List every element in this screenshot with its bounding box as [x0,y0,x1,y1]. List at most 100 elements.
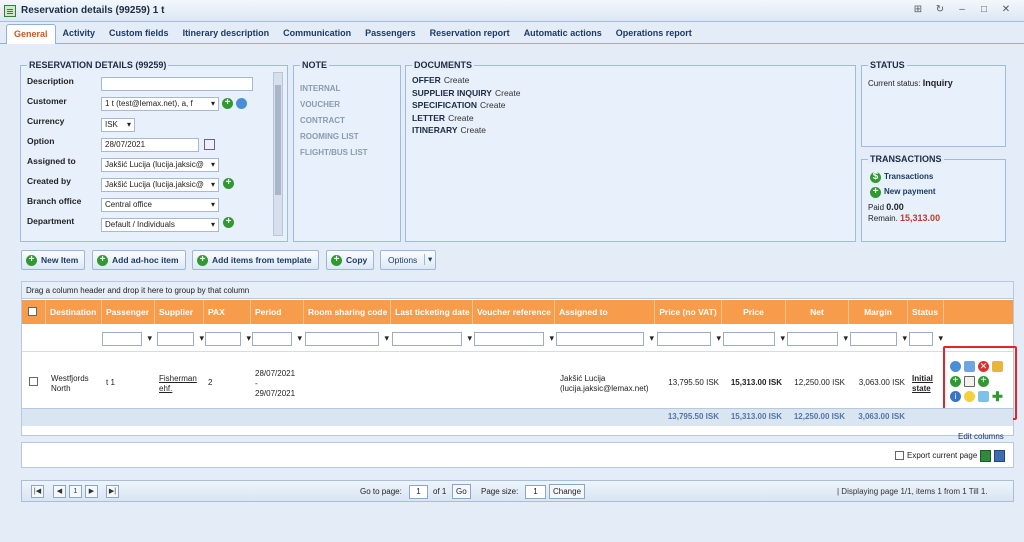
minimize-icon[interactable]: – [954,3,970,17]
details-scrollbar[interactable] [273,72,283,236]
row-checkbox[interactable] [29,377,38,386]
tab-itinerary-description[interactable]: Itinerary description [176,24,277,43]
tab-reservation-report[interactable]: Reservation report [423,24,517,43]
transactions-link[interactable]: Transactions [884,172,933,181]
add-adhoc-item-button[interactable]: + Add ad-hoc item [92,250,186,270]
move-icon[interactable]: ✚ [992,390,1003,403]
filter-passenger[interactable] [102,332,152,346]
last-page-icon[interactable]: ▶| [106,485,119,498]
option-date-field[interactable]: 28/07/2021 [101,138,199,152]
department-select[interactable]: Default / Individuals [101,218,219,232]
filter-last-ticketing-date[interactable] [392,332,472,346]
header-supplier[interactable]: Supplier [155,300,204,324]
filter-margin[interactable] [850,332,907,346]
go-button[interactable]: Go [452,484,471,499]
assigned-to-select[interactable]: Jakšić Lucija (lucija.jaksic@ [101,158,219,172]
create-letter-link[interactable]: Create [448,113,474,123]
copy-button[interactable]: + Copy [326,250,375,270]
next-page-icon[interactable]: ▶ [85,485,98,498]
note-flight-bus-list[interactable]: FLIGHT/BUS LIST [300,145,368,161]
note-contract[interactable]: CONTRACT [300,113,368,129]
header-net[interactable]: Net [786,300,849,324]
create-itinerary-link[interactable]: Create [461,125,487,135]
header-passenger[interactable]: Passenger [102,300,155,324]
filter-pax[interactable] [205,332,251,346]
tab-passengers[interactable]: Passengers [358,24,423,43]
filter-room-sharing-code[interactable] [305,332,389,346]
add-icon[interactable]: + [950,376,961,387]
header-price[interactable]: Price [722,300,786,324]
calendar-icon[interactable] [204,139,215,150]
details-scrollbar-thumb[interactable] [275,85,281,195]
cell-supplier-link[interactable]: Fisherman ehf. [159,374,201,394]
excel-export-icon[interactable] [980,450,991,462]
select-all-checkbox[interactable] [28,307,37,316]
add-sub-item-icon[interactable]: + [978,376,989,387]
header-margin[interactable]: Margin [849,300,908,324]
header-last-ticketing-date[interactable]: Last ticketing date [391,300,473,324]
gear-icon[interactable] [950,361,961,372]
filter-net[interactable] [787,332,848,346]
go-to-page-input[interactable]: 1 [409,485,428,499]
delete-icon[interactable]: ✕ [978,361,989,372]
tab-activity[interactable]: Activity [56,24,103,43]
customer-select[interactable]: 1 t (test@lemax.net), a, f [101,97,219,111]
close-icon[interactable]: ✕ [998,3,1014,17]
options-dropdown[interactable]: Options ▾ [380,250,437,270]
document-edit-icon[interactable] [964,361,975,372]
add-creator-icon[interactable]: + [223,178,234,189]
export-current-page-checkbox[interactable] [895,451,904,460]
word-export-icon[interactable] [994,450,1005,462]
add-items-from-template-button[interactable]: + Add items from template [192,250,319,270]
description-field[interactable] [101,77,253,91]
branch-office-select[interactable]: Central office [101,198,219,212]
pin-icon[interactable]: ⊞ [910,3,926,17]
filter-assigned-to[interactable] [556,332,654,346]
note-voucher[interactable]: VOUCHER [300,97,368,113]
tab-custom-fields[interactable]: Custom fields [102,24,176,43]
new-payment-link[interactable]: New payment [884,187,936,196]
header-period[interactable]: Period [251,300,304,324]
note-internal[interactable]: INTERNAL [300,81,368,97]
filter-price[interactable] [723,332,785,346]
create-specification-link[interactable]: Create [480,100,506,110]
refresh-icon[interactable]: ↻ [932,3,948,17]
page-size-input[interactable]: 1 [525,485,546,499]
first-page-icon[interactable]: |◀ [31,485,44,498]
table-row[interactable]: Westfjords North t 1 Fisherman ehf. 2 28… [22,346,1017,420]
copy-icon[interactable] [964,376,975,387]
voucher-icon[interactable] [978,391,989,402]
header-price-no-vat[interactable]: Price (no VAT) [655,300,722,324]
tab-operations-report[interactable]: Operations report [609,24,699,43]
header-room-sharing-code[interactable]: Room sharing code [304,300,391,324]
settings-icon[interactable] [236,98,247,109]
page-number-1[interactable]: 1 [69,485,82,498]
edit-columns-link[interactable]: Edit columns [958,432,1004,441]
filter-price-no-vat[interactable] [657,332,721,346]
previous-page-icon[interactable]: ◀ [53,485,66,498]
add-department-icon[interactable]: + [223,217,234,228]
header-pax[interactable]: PAX [204,300,251,324]
create-supplier-inquiry-link[interactable]: Create [495,88,521,98]
change-button[interactable]: Change [549,484,586,499]
header-status[interactable]: Status [908,300,944,324]
filter-status[interactable] [909,332,943,346]
cell-status-link[interactable]: Initial state [912,374,942,394]
create-offer-link[interactable]: Create [444,75,470,85]
created-by-select[interactable]: Jakšić Lucija (lucija.jaksic@ [101,178,219,192]
tab-general[interactable]: General [6,24,56,44]
exchange-icon[interactable] [992,361,1003,372]
maximize-icon[interactable]: □ [976,3,992,17]
info-icon[interactable]: i [950,391,961,402]
header-assigned-to[interactable]: Assigned to [555,300,655,324]
note-rooming-list[interactable]: ROOMING LIST [300,129,368,145]
filter-period[interactable] [252,332,302,346]
header-destination[interactable]: Destination [46,300,102,324]
filter-supplier[interactable] [157,332,204,346]
tab-automatic-actions[interactable]: Automatic actions [517,24,609,43]
tab-communication[interactable]: Communication [276,24,358,43]
add-customer-icon[interactable]: + [222,98,233,109]
new-item-button[interactable]: + New Item [21,250,86,270]
filter-voucher-reference[interactable] [474,332,554,346]
currency-select[interactable]: ISK [101,118,135,132]
